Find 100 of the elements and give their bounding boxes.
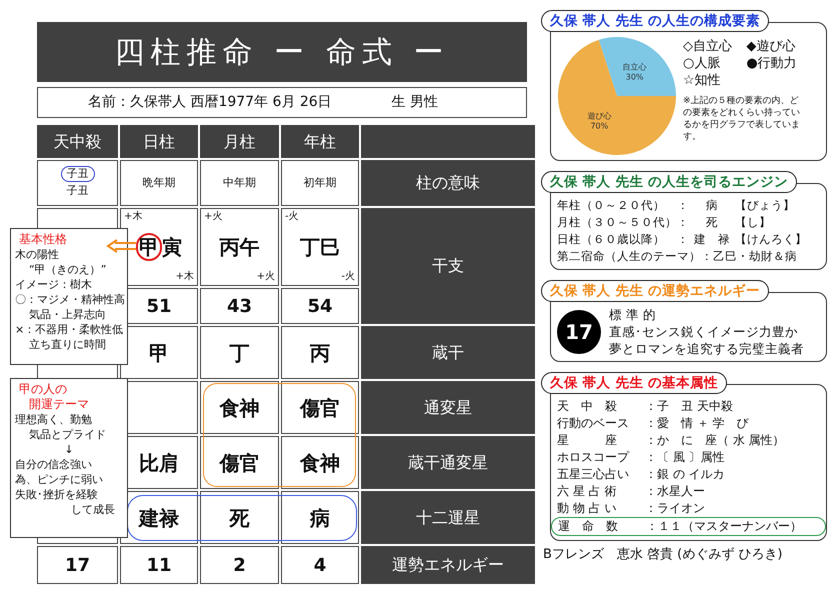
table-cell: 中年期 <box>200 160 279 206</box>
table-cell: 病 <box>281 491 359 544</box>
branch-badge: 子丑 <box>60 166 94 182</box>
colon: ： <box>677 197 689 214</box>
note-title: 開運テーマ <box>28 397 90 412</box>
gender-text: 生 男性 <box>392 93 438 112</box>
table-cell: 4 <box>281 546 359 584</box>
note-line: して成長 <box>70 502 116 517</box>
element-sign: -火 <box>285 211 299 223</box>
note-line: ↓ <box>63 442 75 457</box>
colon: ： <box>645 466 657 483</box>
element-sign: +火 <box>256 271 275 283</box>
colon: ： <box>677 214 689 231</box>
chart-title: 四柱推命 ー 命式 ー <box>37 22 527 82</box>
energy-number-badge: 17 <box>557 310 601 354</box>
table-cell: 丁 <box>200 326 279 379</box>
row-label: 行動のベース <box>557 415 630 432</box>
author-credit: Bフレンズ 恵水 啓貴 (めぐみず ひろき) <box>542 546 784 564</box>
row-reading: 【けんろく】 <box>735 231 807 248</box>
left-arrow <box>105 239 137 253</box>
panel-title: 久保 帯人 先生 の基本属性 <box>541 372 728 394</box>
table-cell: 死 <box>200 491 279 544</box>
row-value: 銀 の イルカ <box>657 466 725 483</box>
row-reading: 【びょう】 <box>735 197 795 214</box>
slice-label: 遊び心 <box>587 111 612 120</box>
table-cell: 54 <box>281 288 359 324</box>
row-label: 日柱（６０歳以降） <box>557 231 666 248</box>
column-header: 天中殺 <box>37 125 118 158</box>
row-label: 第二宿命（人生のテーマ） <box>557 248 701 265</box>
chart-note: ※上記の５種の要素の内、どの要素をどれくらい持っているかを円グラフで表しています。 <box>683 95 801 143</box>
table-cell: 初年期 <box>281 160 359 206</box>
row-value: 〔 風 〕属性 <box>657 449 725 466</box>
slice-value: 70% <box>590 121 608 130</box>
table-cell: 17 <box>37 546 118 584</box>
table-cell: 11 <box>120 546 198 584</box>
row-label: 運 命 数 <box>558 518 619 535</box>
table-cell: 傷官 <box>281 381 359 434</box>
row-label: ホロスコープ <box>557 449 630 466</box>
slice-label: 自立心 <box>622 62 647 72</box>
row-value: 病 <box>705 197 719 214</box>
note-line: 立ち直りに時間 <box>28 337 107 352</box>
row-value: ライオン <box>657 500 705 517</box>
row-label: 運勢エネルギー <box>361 546 535 584</box>
colon: ： <box>645 415 657 432</box>
element-sign: +火 <box>204 211 222 223</box>
colon: ： <box>646 518 658 535</box>
note-line: 失敗･挫折を経験 <box>15 487 99 502</box>
row-label: 月柱（３０～５０代） <box>557 214 677 231</box>
colon: ： <box>645 483 657 500</box>
legend-item: ☆知性 <box>683 72 722 89</box>
note-line: 為、ピンチに弱い <box>15 472 104 487</box>
row-label: 蔵干通変星 <box>361 436 535 489</box>
energy-text: 直感･センス鋭くイメージ力豊か <box>609 323 799 340</box>
panel-title: 久保 帯人 先生 の人生を司るエンジン <box>541 171 798 193</box>
table-cell: 傷官 <box>200 436 279 489</box>
row-label: 天 中 殺 <box>557 398 618 415</box>
row-label: 通変星 <box>361 381 535 434</box>
energy-text: 標 準 的 <box>609 306 657 323</box>
circled-stem: 甲 <box>136 233 162 261</box>
column-header: 年柱 <box>281 125 359 158</box>
table-cell: 43 <box>200 288 279 324</box>
branch-text: 子丑 <box>66 183 88 200</box>
note-line: 自分の信念強い <box>15 457 93 472</box>
note-line: イメージ：樹木 <box>15 277 93 292</box>
legend-item: ●行動力 <box>746 55 798 72</box>
note-title: 甲の人の <box>18 382 68 397</box>
note-line: 気品とプライド <box>28 427 107 442</box>
slice-value: 30% <box>626 72 644 82</box>
stem-branch: 丁巳 <box>300 234 340 261</box>
row-value: 水星人ー <box>657 483 705 500</box>
table-cell: 食神 <box>281 436 359 489</box>
row-value: か に 座（ 水 属性） <box>657 432 785 449</box>
table-cell: 晩年期 <box>120 160 198 206</box>
row-label: 星 座 <box>557 432 618 449</box>
row-label: 十二運星 <box>361 491 535 544</box>
colon: ： <box>645 500 657 517</box>
colon: ： <box>701 248 713 265</box>
row-label: 干支 <box>361 208 535 324</box>
row-value: 子 丑 天中殺 <box>657 398 733 415</box>
stem-branch: 寅 <box>162 234 182 261</box>
row-value: 乙巳・劫財＆病 <box>713 248 797 265</box>
element-sign: -火 <box>341 271 355 283</box>
colon: ： <box>645 398 657 415</box>
row-reading: 【し】 <box>735 214 771 231</box>
row-label: 六 星 占 術 <box>557 483 618 500</box>
legend-item: ◇自立心 <box>683 38 733 55</box>
row-label: 蔵干 <box>361 326 535 379</box>
stem-branch: 丙午 <box>220 234 260 261</box>
row-value: 建 禄 <box>693 231 731 248</box>
note-line: “甲（きのえ）” <box>28 262 108 277</box>
colon: ： <box>677 231 689 248</box>
note-line: 理想高く、勤勉 <box>15 412 93 427</box>
colon: ： <box>645 432 657 449</box>
table-cell: 丙 <box>281 326 359 379</box>
energy-text: 夢とロマンを追究する完璧主義者 <box>609 340 804 357</box>
legend-item: ○人脈 <box>683 55 722 72</box>
legend-item: ◆遊び心 <box>746 38 796 55</box>
row-label: 柱の意味 <box>361 160 535 206</box>
note-line: 気品・上昇志向 <box>28 307 107 322</box>
column-header: 月柱 <box>200 125 279 158</box>
